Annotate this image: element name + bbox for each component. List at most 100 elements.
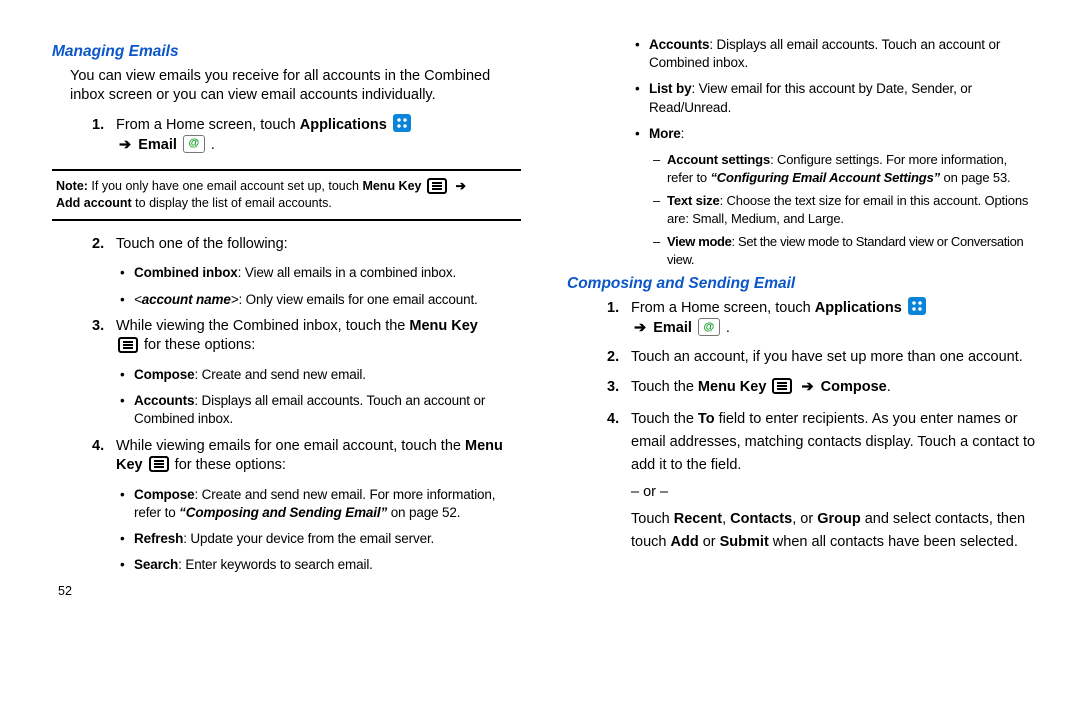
cstep-3: 3. Touch the Menu Key ➔ Compose.	[567, 378, 1036, 398]
bullet-label: More	[649, 126, 681, 141]
dash-label: Account settings	[667, 152, 770, 167]
dash-text-size: Text size: Choose the text size for emai…	[567, 192, 1036, 227]
dash-account-settings: Account settings: Configure settings. Fo…	[567, 151, 1036, 186]
bullet-compose: Compose: Create and send new email.	[52, 366, 521, 384]
bullet-tail: on page 52.	[387, 505, 460, 520]
note-add-account: Add account	[56, 196, 132, 210]
arrow-icon: ➔	[455, 178, 465, 195]
bullet-label: Compose	[134, 367, 194, 382]
note-block: Note: If you only have one email account…	[52, 169, 521, 221]
bullet-label: account name	[142, 292, 231, 307]
menu-key-icon	[427, 178, 447, 194]
to-label: To	[698, 411, 715, 427]
heading-composing: Composing and Sending Email	[567, 274, 1036, 295]
apps-label: Applications	[815, 300, 902, 316]
arrow-icon: ➔	[801, 378, 813, 398]
arrow-icon: ➔	[634, 319, 646, 339]
step-1-text-a: From a Home screen, touch	[116, 117, 300, 133]
cstep-3-number: 3.	[607, 378, 619, 398]
bullet-accounts: Accounts: Displays all email accounts. T…	[52, 392, 521, 428]
bullet-text: : Enter keywords to search email.	[178, 557, 373, 572]
group-label: Group	[817, 511, 861, 527]
bullet-compose-2: Compose: Create and send new email. For …	[52, 486, 521, 522]
email-icon: @	[183, 135, 205, 153]
step-3-number: 3.	[92, 317, 104, 337]
bullet-text: : Create and send new email.	[194, 367, 365, 382]
menu-key-label: Menu Key	[698, 379, 767, 395]
cstep-4-number: 4.	[607, 408, 619, 431]
step-3-text-b: for these options:	[144, 337, 255, 353]
contacts-label: Contacts	[730, 511, 792, 527]
page-number: 52	[58, 583, 521, 600]
compose-label: Compose	[821, 379, 887, 395]
dash-view-mode: View mode: Set the view mode to Standard…	[567, 233, 1036, 268]
recent-label: Recent	[674, 511, 722, 527]
step-3-menu: Menu Key	[409, 318, 478, 334]
bullet-listby: List by: View email for this account by …	[567, 80, 1036, 116]
dash-label: Text size	[667, 193, 720, 208]
c4-h: when all contacts have been selected.	[769, 534, 1018, 550]
bullet-label: Refresh	[134, 531, 183, 546]
bullet-label: Compose	[134, 487, 194, 502]
bullet-account-name: <account name>: Only view emails for one…	[52, 291, 521, 309]
bullet-text: : View all emails in a combined inbox.	[238, 265, 456, 280]
or-separator: – or –	[631, 481, 1036, 504]
bullet-refresh: Refresh: Update your device from the ema…	[52, 530, 521, 548]
arrow-icon: ➔	[119, 136, 131, 156]
bullet-more: More:	[567, 125, 1036, 143]
crossref: “Configuring Email Account Settings”	[710, 170, 940, 185]
c4-d: ,	[722, 511, 730, 527]
step-2-number: 2.	[92, 235, 104, 255]
dash-tail: on page 53.	[940, 170, 1011, 185]
bullet-text: : Update your device from the email serv…	[183, 531, 434, 546]
step-1-email-label: Email	[138, 137, 177, 153]
cstep-3-text-a: Touch the	[631, 379, 698, 395]
note-menu-key: Menu Key	[362, 179, 421, 193]
step-1-apps-label: Applications	[300, 117, 387, 133]
left-column: Managing Emails You can view emails you …	[52, 36, 521, 600]
bullet-text: : View email for this account by Date, S…	[649, 81, 972, 114]
page-body: Managing Emails You can view emails you …	[52, 36, 1036, 600]
step-4-text-a: While viewing emails for one email accou…	[116, 438, 465, 454]
cstep-2-text: Touch an account, if you have set up mor…	[631, 349, 1023, 365]
bullet-text: :	[681, 126, 685, 141]
dash-text: : Choose the text size for email in this…	[667, 193, 1028, 226]
step-3-text-a: While viewing the Combined inbox, touch …	[116, 318, 409, 334]
email-icon: @	[698, 318, 720, 336]
step-2: 2. Touch one of the following:	[52, 235, 521, 255]
bullet-label: Search	[134, 557, 178, 572]
step-4-text-b: for these options:	[175, 457, 286, 473]
right-column: Accounts: Displays all email accounts. T…	[567, 36, 1036, 600]
cstep-2-number: 2.	[607, 348, 619, 368]
step-4-number: 4.	[92, 437, 104, 457]
cstep-1-number: 1.	[607, 299, 619, 319]
crossref: “Composing and Sending Email”	[179, 505, 387, 520]
c4-a: Touch the	[631, 411, 698, 427]
dash-label: View mode	[667, 234, 732, 249]
cstep-4: 4. Touch the To field to enter recipient…	[567, 408, 1036, 555]
menu-key-icon	[118, 337, 138, 353]
step-2-text: Touch one of the following:	[116, 236, 288, 252]
step-1-number: 1.	[92, 116, 104, 136]
heading-managing-emails: Managing Emails	[52, 42, 521, 63]
bullet-text: : Only view emails for one email account…	[238, 292, 477, 307]
note-label: Note:	[56, 179, 88, 193]
step-1: 1. From a Home screen, touch Application…	[52, 116, 521, 155]
bullet-label: Accounts	[134, 393, 194, 408]
c4-e: , or	[792, 511, 817, 527]
c4-c: Touch	[631, 511, 674, 527]
cstep-2: 2. Touch an account, if you have set up …	[567, 348, 1036, 368]
step-4: 4. While viewing emails for one email ac…	[52, 437, 521, 476]
email-label: Email	[653, 320, 692, 336]
bullet-search: Search: Enter keywords to search email.	[52, 556, 521, 574]
intro-text: You can view emails you receive for all …	[70, 67, 521, 106]
step-3: 3. While viewing the Combined inbox, tou…	[52, 317, 521, 356]
menu-key-icon	[772, 378, 792, 394]
submit-label: Submit	[720, 534, 769, 550]
bullet-label: List by	[649, 81, 691, 96]
note-text-1: If you only have one email account set u…	[88, 179, 362, 193]
c4-g: or	[699, 534, 720, 550]
bullet-label: Accounts	[649, 37, 709, 52]
bullet-accounts-r: Accounts: Displays all email accounts. T…	[567, 36, 1036, 72]
cstep-1: 1. From a Home screen, touch Application…	[567, 299, 1036, 338]
